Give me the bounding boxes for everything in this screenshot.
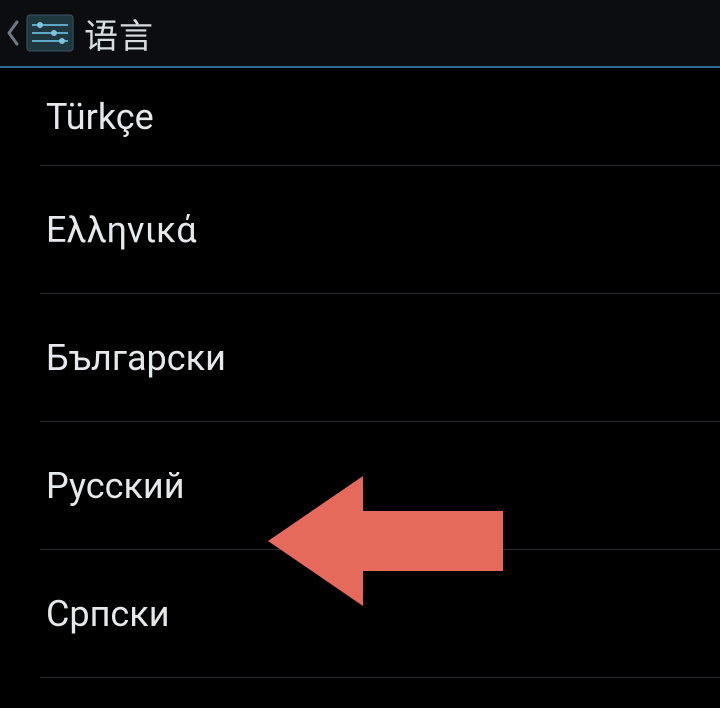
settings-sliders-icon: [24, 12, 76, 54]
language-label: Русский: [40, 465, 184, 507]
language-label: Српски: [40, 593, 170, 635]
back-button[interactable]: [4, 9, 22, 57]
language-item-ellinika[interactable]: Ελληνικά: [40, 166, 720, 294]
language-item-srpski[interactable]: Српски: [40, 550, 720, 678]
language-item-russkiy[interactable]: Русский: [40, 422, 720, 550]
header: 语言: [0, 0, 720, 68]
page-title: 语言: [84, 9, 154, 58]
language-label: Türkçe: [40, 96, 154, 138]
language-item-turkce[interactable]: Türkçe: [40, 68, 720, 166]
language-list: Türkçe Ελληνικά Български Русский Српски: [0, 68, 720, 678]
chevron-left-icon: [6, 20, 20, 46]
language-label: Български: [40, 337, 226, 379]
language-label: Ελληνικά: [40, 209, 197, 251]
language-item-bulgarski[interactable]: Български: [40, 294, 720, 422]
